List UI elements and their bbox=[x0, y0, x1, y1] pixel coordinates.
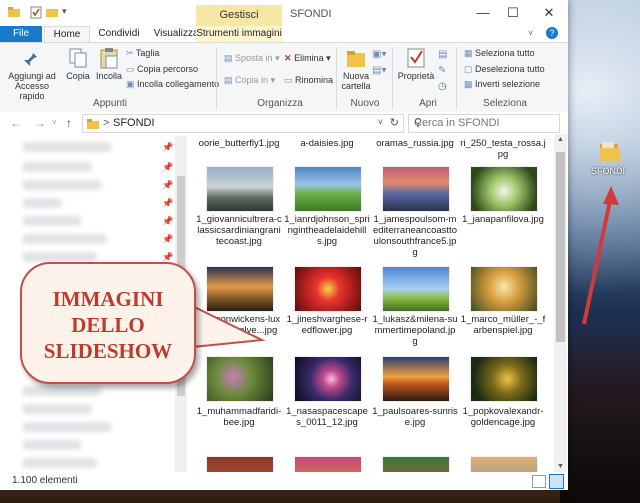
callout-line: SLIDESHOW bbox=[43, 339, 173, 363]
red-arrow-line bbox=[582, 195, 613, 325]
callout-line: IMMAGINI bbox=[52, 287, 164, 311]
annotation-overlay bbox=[178, 186, 619, 350]
callout-bubble: IMMAGINI DELLO SLIDESHOW bbox=[20, 262, 196, 384]
callout-line: DELLO bbox=[71, 313, 145, 337]
red-arrow-head-icon bbox=[603, 186, 619, 205]
callout-text: IMMAGINI DELLO SLIDESHOW bbox=[22, 286, 194, 364]
